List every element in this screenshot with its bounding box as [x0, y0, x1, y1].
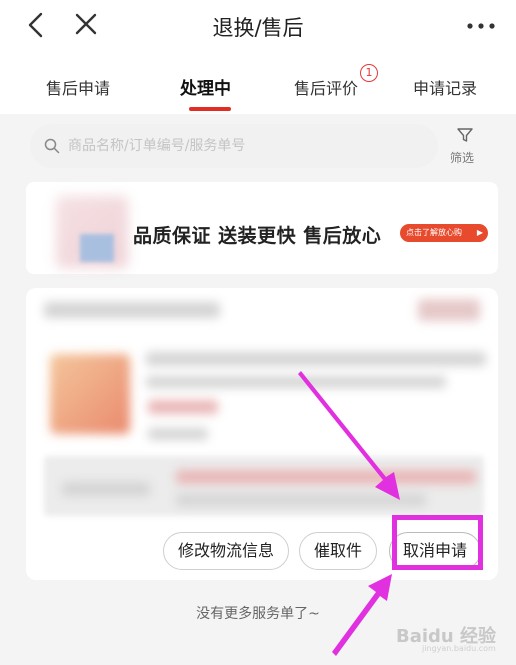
blurred-product-image: [50, 354, 130, 434]
blurred-progress-time: [176, 494, 426, 506]
tab-after-sale-review[interactable]: 售后评价: [294, 75, 358, 99]
search-icon: [44, 138, 60, 154]
banner-button-label: 点击了解放心购: [406, 228, 462, 237]
cancel-application-button[interactable]: 取消申请: [389, 532, 481, 570]
blurred-order-header: [44, 302, 220, 318]
tab-processing[interactable]: 处理中: [180, 74, 231, 99]
banner-slogan: 品质保证 送装更快 售后放心: [133, 225, 382, 247]
banner-blurred-image: [80, 234, 114, 262]
blurred-progress-label: [62, 482, 150, 496]
blurred-product-name-line2: [146, 376, 446, 388]
tab-after-sale-apply[interactable]: 售后申请: [46, 75, 110, 99]
no-more-orders-text: 没有更多服务单了~: [196, 606, 320, 622]
blurred-status-tag: [418, 299, 480, 321]
play-arrow-icon: ▶: [476, 228, 483, 237]
page-title: 退换/售后: [212, 16, 304, 40]
modify-logistics-button[interactable]: 修改物流信息: [163, 532, 289, 570]
blurred-price: [148, 400, 218, 414]
blurred-product-name: [146, 352, 486, 366]
urge-pickup-button[interactable]: 催取件: [299, 532, 377, 570]
banner-learn-more-button[interactable]: 点击了解放心购 ▶: [400, 224, 488, 242]
blurred-progress-status: [176, 470, 476, 484]
watermark-url: jingyan.baidu.com: [422, 644, 496, 653]
active-tab-indicator: [189, 107, 231, 111]
blurred-quantity: [148, 428, 208, 440]
tab-application-records[interactable]: 申请记录: [413, 75, 477, 99]
search-input[interactable]: [68, 130, 428, 162]
more-dots-icon[interactable]: [466, 22, 496, 30]
filter-label[interactable]: 筛选: [450, 149, 474, 166]
filter-icon[interactable]: [456, 126, 474, 144]
review-count-badge: 1: [360, 64, 378, 82]
